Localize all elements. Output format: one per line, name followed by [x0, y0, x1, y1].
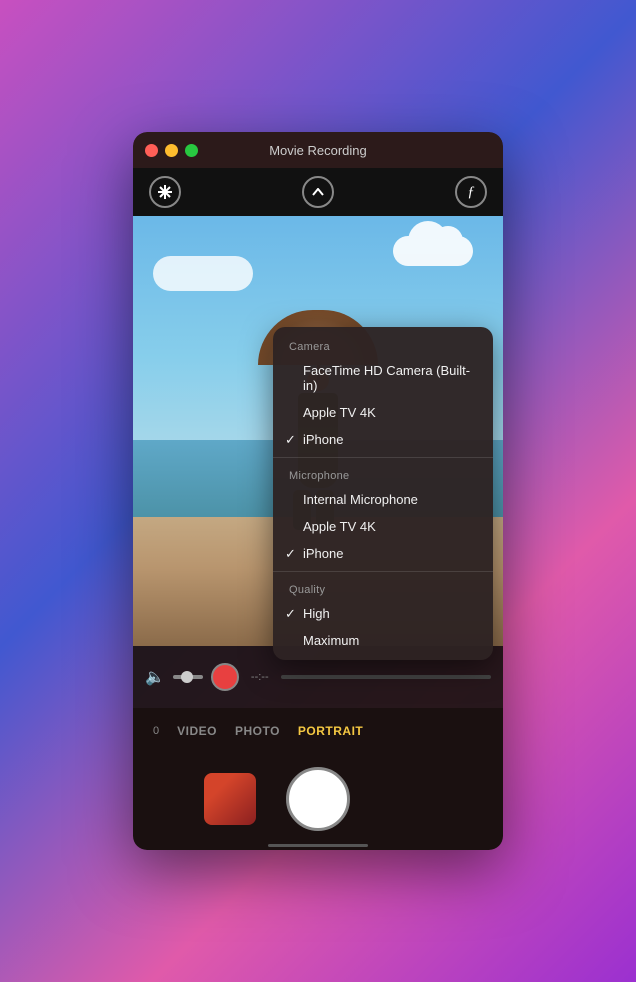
volume-slider[interactable] — [173, 675, 203, 679]
title-bar: Movie Recording — [133, 132, 503, 168]
quality-item-maximum[interactable]: Maximum — [273, 627, 493, 654]
mic-item-iphone[interactable]: iPhone — [273, 540, 493, 567]
scroll-indicator — [133, 844, 503, 850]
record-button[interactable] — [211, 663, 239, 691]
mic-item-internal[interactable]: Internal Microphone — [273, 486, 493, 513]
spacer — [380, 773, 432, 825]
window-title: Movie Recording — [269, 143, 367, 158]
tab-video[interactable]: VIDEO — [177, 724, 217, 738]
mode-extra: 0 — [153, 725, 159, 737]
quality-item-high[interactable]: High — [273, 600, 493, 627]
divider-2 — [273, 571, 493, 572]
chevron-up-button[interactable] — [302, 176, 334, 208]
volume-icon: 🔈 — [145, 667, 165, 687]
volume-thumb — [181, 671, 193, 683]
close-button[interactable] — [145, 144, 158, 157]
bottom-controls — [133, 754, 503, 844]
microphone-section-label: Microphone — [273, 462, 493, 486]
main-window: Movie Recording ƒ — [133, 132, 503, 850]
scroll-bar — [268, 844, 368, 847]
camera-section-label: Camera — [273, 333, 493, 357]
quality-section-label: Quality — [273, 576, 493, 600]
flash-button[interactable] — [149, 176, 181, 208]
divider-1 — [273, 457, 493, 458]
filter-button[interactable]: ƒ — [455, 176, 487, 208]
tab-portrait[interactable]: PORTRAIT — [298, 724, 363, 738]
capture-button[interactable] — [286, 767, 350, 831]
minimize-button[interactable] — [165, 144, 178, 157]
camera-item-iphone[interactable]: iPhone — [273, 426, 493, 453]
thumbnail[interactable] — [204, 773, 256, 825]
dropdown-menu: Camera FaceTime HD Camera (Built-in) App… — [273, 327, 493, 660]
window-controls — [145, 144, 198, 157]
top-controls: ƒ — [133, 168, 503, 216]
cloud-1 — [393, 236, 473, 266]
camera-item-appletv[interactable]: Apple TV 4K — [273, 399, 493, 426]
thumbnail-image — [204, 773, 256, 825]
maximize-button[interactable] — [185, 144, 198, 157]
progress-bar — [281, 675, 491, 679]
camera-item-facetime[interactable]: FaceTime HD Camera (Built-in) — [273, 357, 493, 399]
time-display: --:-- — [251, 671, 269, 683]
tab-photo[interactable]: PHOTO — [235, 724, 280, 738]
mode-tabs: 0 VIDEO PHOTO PORTRAIT — [133, 708, 503, 754]
cloud-2 — [153, 256, 253, 291]
mic-item-appletv[interactable]: Apple TV 4K — [273, 513, 493, 540]
